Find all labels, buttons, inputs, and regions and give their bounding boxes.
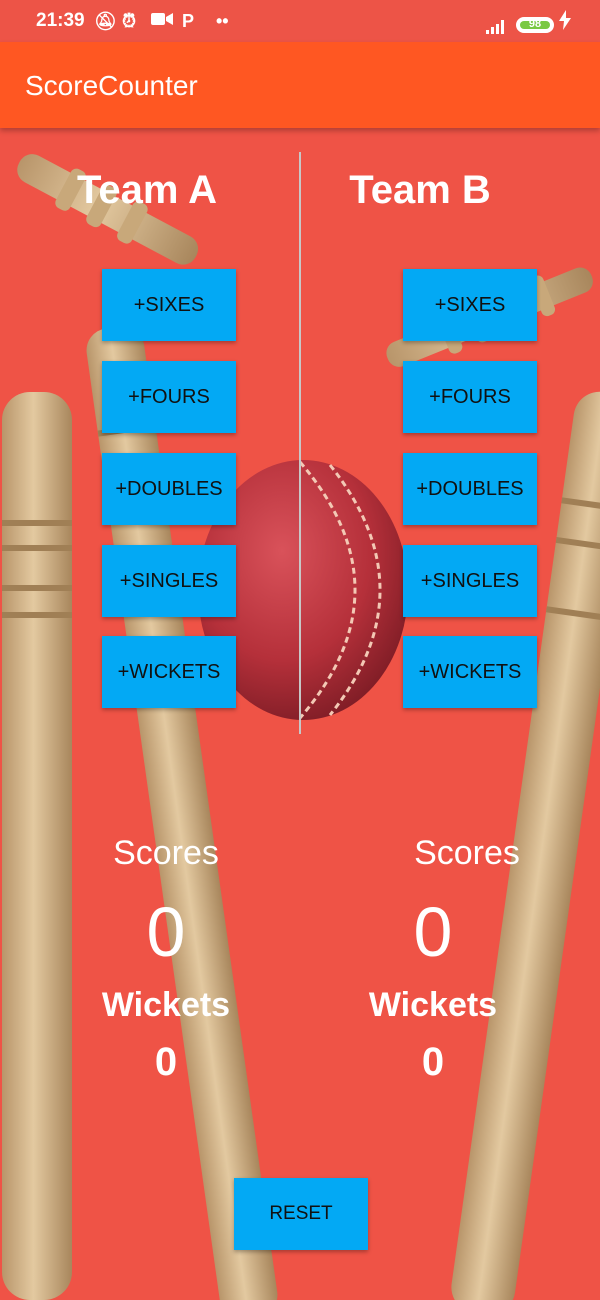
team-a-wickets-button[interactable]: +WICKETS: [102, 636, 236, 708]
alarm-clock-icon: ⏰︎: [122, 11, 137, 31]
reset-button[interactable]: RESET: [234, 1178, 368, 1250]
team-a-sixes-button[interactable]: +SIXES: [102, 269, 236, 341]
team-b-title: Team B: [349, 168, 491, 212]
team-b-fours-button[interactable]: +FOURS: [403, 361, 537, 433]
team-a-doubles-button[interactable]: +DOUBLES: [102, 453, 236, 525]
team-divider: [299, 152, 301, 734]
team-b-scores-label: Scores: [414, 834, 520, 872]
team-a-score-value: 0: [146, 893, 186, 971]
more-dots-icon: ••: [216, 11, 229, 31]
team-b-wickets-value: 0: [421, 1040, 445, 1084]
team-b-doubles-button[interactable]: +DOUBLES: [403, 453, 537, 525]
status-bar: 21:39 🔕︎ ⏰︎ P •• 98: [0, 0, 600, 42]
team-b-wickets-button[interactable]: +WICKETS: [403, 636, 537, 708]
alarm-off-icon: 🔕︎: [94, 11, 117, 31]
team-b-score-value: 0: [413, 893, 453, 971]
app-bar: ScoreCounter: [0, 42, 600, 128]
charging-icon: [559, 10, 571, 35]
team-b-sixes-button[interactable]: +SIXES: [403, 269, 537, 341]
team-a-singles-button[interactable]: +SINGLES: [102, 545, 236, 617]
team-a-fours-button[interactable]: +FOURS: [102, 361, 236, 433]
team-b-wickets-label: Wickets: [368, 986, 498, 1024]
team-a-wickets-label: Wickets: [101, 986, 231, 1024]
signal-icon: [486, 18, 508, 34]
battery-icon: 98: [516, 17, 554, 33]
video-camera-icon: [151, 10, 173, 33]
status-time: 21:39: [36, 10, 85, 31]
app-title: ScoreCounter: [25, 70, 198, 101]
team-a-scores-label: Scores: [113, 834, 219, 872]
p-app-icon: P: [182, 11, 195, 31]
team-a-title: Team A: [76, 168, 218, 212]
team-b-singles-button[interactable]: +SINGLES: [403, 545, 537, 617]
team-a-wickets-value: 0: [154, 1040, 178, 1084]
app-screen: 21:39 🔕︎ ⏰︎ P •• 98 ScoreCounter Team A …: [0, 0, 600, 1300]
battery-level: 98: [528, 18, 542, 30]
